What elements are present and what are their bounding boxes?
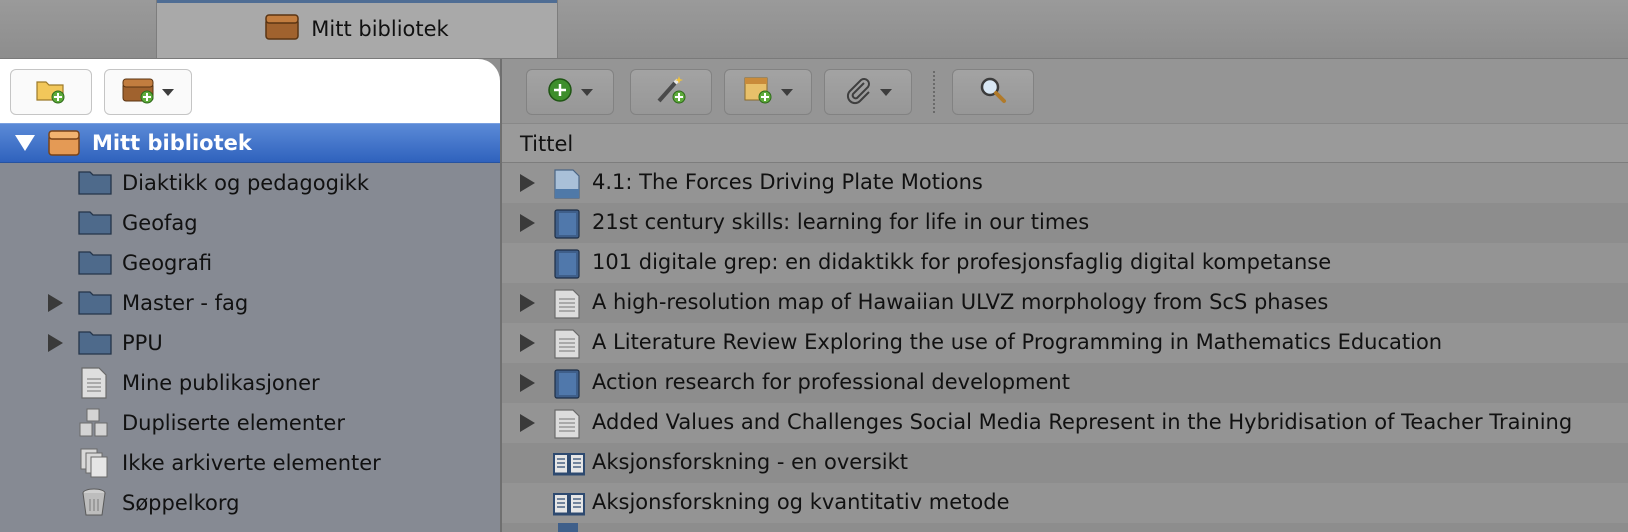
list-item[interactable]: 4.1: The Forces Driving Plate Motions (502, 163, 1628, 203)
collections-toolbar (0, 59, 500, 123)
item-title: Aksjonsforskning og kvantitativ metode (592, 490, 1010, 514)
journal-article-icon (552, 289, 582, 323)
list-item[interactable]: Aksjonsforskning - en oversikt (502, 443, 1628, 483)
expand-triangle-icon[interactable] (48, 294, 63, 312)
list-item[interactable]: A Literature Review Exploring the use of… (502, 323, 1628, 363)
library-box-icon (265, 14, 300, 44)
expand-triangle-icon[interactable] (520, 174, 535, 192)
folder-icon (78, 288, 112, 320)
tree-item-geografi[interactable]: Geografi (0, 243, 500, 283)
add-icon (547, 77, 573, 107)
expand-triangle-icon[interactable] (520, 214, 535, 232)
items-toolbar (502, 59, 1628, 123)
new-library-button[interactable] (104, 69, 192, 115)
tab-library[interactable]: Mitt bibliotek (156, 0, 558, 58)
chevron-down-icon (880, 88, 892, 96)
journal-article-icon (552, 409, 582, 443)
book-icon (552, 209, 582, 243)
book-icon (558, 523, 578, 532)
tree-item-mine-publikasjoner[interactable]: Mine publikasjoner (0, 363, 500, 403)
book-icon (552, 369, 582, 403)
tree-item-mitt-bibliotek[interactable]: Mitt bibliotek (0, 123, 500, 163)
tree-item-label: Geografi (122, 251, 213, 275)
tree-item-label: Ikke arkiverte elementer (122, 451, 381, 475)
column-header-title[interactable]: Tittel (502, 123, 1628, 163)
folder-icon (78, 168, 112, 200)
column-title-label: Tittel (520, 132, 574, 156)
list-item[interactable]: A high-resolution map of Hawaiian ULVZ m… (502, 283, 1628, 323)
add-by-identifier-button[interactable] (630, 69, 712, 115)
tree-item-label: Mine publikasjoner (122, 371, 320, 395)
folder-icon (78, 328, 112, 360)
item-title: 101 digitale grep: en didaktikk for prof… (592, 250, 1332, 274)
expand-triangle-icon[interactable] (520, 294, 535, 312)
paperclip-icon (844, 75, 872, 109)
tree-item-label: Geofag (122, 211, 198, 235)
tab-label: Mitt bibliotek (311, 17, 449, 41)
list-item[interactable]: Action research for professional develop… (502, 363, 1628, 403)
tree-item-diaktikk[interactable]: Diaktikk og pedagogikk (0, 163, 500, 203)
tree-item-ppu[interactable]: PPU (0, 323, 500, 363)
new-folder-icon (35, 76, 67, 108)
tree-item-dupliserte[interactable]: Dupliserte elementer (0, 403, 500, 443)
book-icon (552, 249, 582, 283)
items-list: 4.1: The Forces Driving Plate Motions 21… (502, 163, 1628, 532)
add-attachment-button[interactable] (824, 69, 912, 115)
list-item[interactable]: 21st century skills: learning for life i… (502, 203, 1628, 243)
item-title: A Literature Review Exploring the use of… (592, 330, 1443, 354)
list-item[interactable]: Added Values and Challenges Social Media… (502, 403, 1628, 443)
magic-wand-icon (655, 75, 687, 109)
chevron-down-icon (162, 88, 174, 96)
library-box-icon (48, 130, 80, 160)
tree-item-label: PPU (122, 331, 163, 355)
item-title: Action research for professional develop… (592, 370, 1070, 394)
expand-triangle-icon[interactable] (520, 374, 535, 392)
new-note-button[interactable] (724, 69, 812, 115)
tree-item-master-fag[interactable]: Master - fag (0, 283, 500, 323)
tree-item-geofag[interactable]: Geofag (0, 203, 500, 243)
search-button[interactable] (952, 69, 1034, 115)
collection-tree: Mitt bibliotek Diaktikk og pedagogikk Ge… (0, 123, 500, 532)
new-item-button[interactable] (526, 69, 614, 115)
chevron-down-icon (581, 88, 593, 96)
item-title: Added Values and Challenges Social Media… (592, 410, 1573, 434)
tree-item-soppelkorg[interactable]: Søppelkorg (0, 483, 500, 523)
chevron-down-icon (781, 88, 793, 96)
duplicates-icon (78, 407, 110, 443)
tree-item-label: Dupliserte elementer (122, 411, 345, 435)
folder-icon (78, 208, 112, 240)
search-icon (978, 75, 1008, 109)
expand-triangle-icon[interactable] (520, 414, 535, 432)
book-section-icon (552, 489, 586, 523)
expand-triangle-icon[interactable] (15, 135, 35, 151)
tree-item-label: Master - fag (122, 291, 249, 315)
tree-item-label: Diaktikk og pedagogikk (122, 171, 370, 195)
journal-article-icon (552, 329, 582, 363)
item-title: 4.1: The Forces Driving Plate Motions (592, 170, 983, 194)
tree-root-label: Mitt bibliotek (92, 131, 252, 155)
new-library-icon (122, 76, 156, 108)
toolbar-separator (933, 71, 935, 113)
item-title: Aksjonsforskning - en oversikt (592, 450, 908, 474)
expand-triangle-icon[interactable] (520, 334, 535, 352)
tree-item-ikke-arkiverte[interactable]: Ikke arkiverte elementer (0, 443, 500, 483)
list-item[interactable]: 101 digitale grep: en didaktikk for prof… (502, 243, 1628, 283)
trash-icon (78, 487, 110, 523)
tree-item-label: Søppelkorg (122, 491, 240, 515)
list-item-partial[interactable] (502, 523, 1628, 532)
new-note-icon (743, 75, 773, 109)
webpage-icon (552, 169, 582, 203)
new-collection-button[interactable] (10, 69, 92, 115)
item-title: 21st century skills: learning for life i… (592, 210, 1090, 234)
document-icon (80, 367, 108, 403)
folder-icon (78, 248, 112, 280)
item-title: A high-resolution map of Hawaiian ULVZ m… (592, 290, 1329, 314)
expand-triangle-icon[interactable] (48, 334, 63, 352)
book-section-icon (552, 449, 586, 483)
tab-bar: Mitt bibliotek (0, 0, 1628, 59)
list-item[interactable]: Aksjonsforskning og kvantitativ metode (502, 483, 1628, 523)
unfiled-icon (78, 447, 110, 483)
